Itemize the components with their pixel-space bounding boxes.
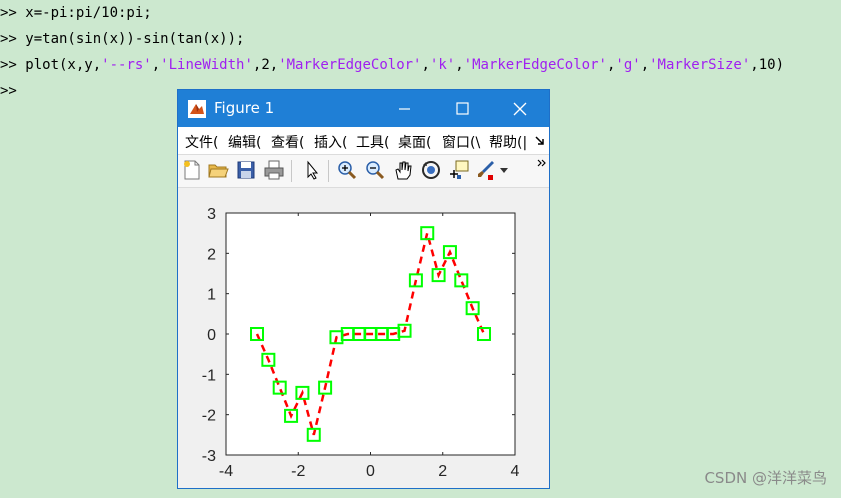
command-line: >> — [0, 78, 17, 104]
pan-icon — [395, 161, 412, 180]
zoom-out-icon — [366, 161, 385, 180]
print-button[interactable] — [263, 159, 285, 181]
menu-insert[interactable]: 插入( — [314, 132, 347, 152]
pan-button[interactable] — [392, 159, 414, 181]
menu-edit[interactable]: 编辑( — [228, 132, 261, 152]
figure-title: Figure 1 — [214, 99, 275, 117]
maximize-icon — [456, 102, 469, 115]
figure-window[interactable]: Figure 1 文件( 编辑( 查看( 插入( 工具( 桌面( 窗口(\ 帮助… — [177, 89, 550, 489]
y-tick-label: -1 — [202, 367, 216, 384]
code-text: ,10) — [750, 57, 784, 73]
save-button[interactable] — [235, 159, 257, 181]
pointer-button[interactable] — [301, 159, 323, 181]
command-prompt: >> — [0, 57, 17, 73]
minimize-icon — [399, 108, 410, 110]
print-icon — [264, 160, 284, 180]
y-tick-label: 0 — [207, 327, 216, 344]
code-text: , — [640, 57, 650, 73]
command-line: >> y=tan(sin(x))-sin(tan(x)); — [0, 26, 244, 52]
string-literal: 'MarkerEdgeColor' — [278, 57, 422, 73]
brush-dropdown-icon[interactable] — [500, 168, 508, 174]
command-line: >> plot(x,y,'--rs','LineWidth',2,'Marker… — [0, 52, 784, 78]
command-line: >> x=-pi:pi/10:pi; — [0, 0, 152, 26]
zoom-in-icon — [338, 161, 357, 180]
y-tick-label: -2 — [202, 408, 216, 425]
y-tick-label: -3 — [202, 448, 216, 465]
x-tick-label: -4 — [219, 463, 233, 480]
code-text: , — [455, 57, 464, 73]
y-tick-label: 1 — [207, 287, 216, 304]
menu-view[interactable]: 查看( — [271, 132, 304, 152]
rotate-3d-icon — [422, 161, 440, 179]
matlab-logo-icon — [188, 100, 206, 118]
new-figure-button[interactable] — [181, 159, 203, 181]
figure-titlebar[interactable]: Figure 1 — [178, 90, 549, 127]
brush-icon — [478, 161, 494, 180]
watermark: CSDN @洋洋菜鸟 — [704, 469, 827, 487]
zoom-in-button[interactable] — [336, 159, 358, 181]
menu-help[interactable]: 帮助(| — [489, 132, 527, 152]
minimize-button[interactable] — [381, 90, 427, 127]
y-tick-label: 2 — [207, 246, 216, 263]
command-prompt: >> — [0, 31, 17, 47]
open-file-icon — [208, 164, 229, 178]
string-literal: 'g' — [615, 57, 641, 73]
x-tick-label: 4 — [511, 463, 520, 480]
menu-overflow-icon[interactable] — [534, 135, 546, 147]
code-text: plot(x,y, — [16, 57, 102, 73]
code-text: ,2, — [252, 57, 279, 73]
data-cursor-button[interactable] — [448, 159, 470, 181]
menu-tools[interactable]: 工具( — [356, 132, 389, 152]
menu-window[interactable]: 窗口(\ — [442, 132, 480, 152]
plot-area[interactable]: -4 -2 0 2 4 3 2 1 0 -1 -2 -3 — [178, 188, 549, 488]
x-tick-label: 2 — [438, 463, 447, 480]
menu-file[interactable]: 文件( — [185, 132, 218, 152]
menu-desktop[interactable]: 桌面( — [398, 132, 431, 152]
string-literal: '--rs' — [101, 57, 152, 73]
x-tick-label: 0 — [366, 463, 375, 480]
brush-button[interactable] — [474, 159, 496, 181]
open-file-button[interactable] — [207, 159, 229, 181]
command-prompt: >> — [0, 5, 17, 21]
toolbar-overflow-icon[interactable] — [537, 159, 547, 169]
code-text: , — [151, 57, 161, 73]
pointer-icon — [307, 160, 319, 180]
rotate-3d-button[interactable] — [420, 159, 442, 181]
figure-toolbar — [178, 155, 549, 188]
new-figure-icon — [184, 160, 200, 180]
close-icon — [513, 102, 527, 116]
code-text: , — [421, 57, 430, 73]
toolbar-separator — [291, 160, 292, 182]
maximize-button[interactable] — [439, 90, 485, 127]
line-chart[interactable]: -4 -2 0 2 4 3 2 1 0 -1 -2 -3 — [178, 188, 549, 488]
data-cursor-icon — [450, 160, 469, 179]
string-literal: 'MarkerEdgeColor' — [463, 57, 607, 73]
close-button[interactable] — [497, 90, 543, 127]
string-literal: 'LineWidth' — [160, 57, 253, 73]
string-literal: 'MarkerSize' — [649, 57, 751, 73]
y-tick-label: 3 — [207, 206, 216, 223]
command-prompt: >> — [0, 83, 17, 99]
zoom-out-button[interactable] — [364, 159, 386, 181]
figure-menubar: 文件( 编辑( 查看( 插入( 工具( 桌面( 窗口(\ 帮助(| — [178, 127, 549, 155]
code-text: y=tan(sin(x))-sin(tan(x)); — [16, 31, 245, 47]
x-tick-label: -2 — [291, 463, 305, 480]
code-text: x=-pi:pi/10:pi; — [16, 5, 152, 21]
string-literal: 'k' — [429, 57, 456, 73]
save-icon — [237, 161, 255, 179]
toolbar-separator — [328, 160, 329, 182]
